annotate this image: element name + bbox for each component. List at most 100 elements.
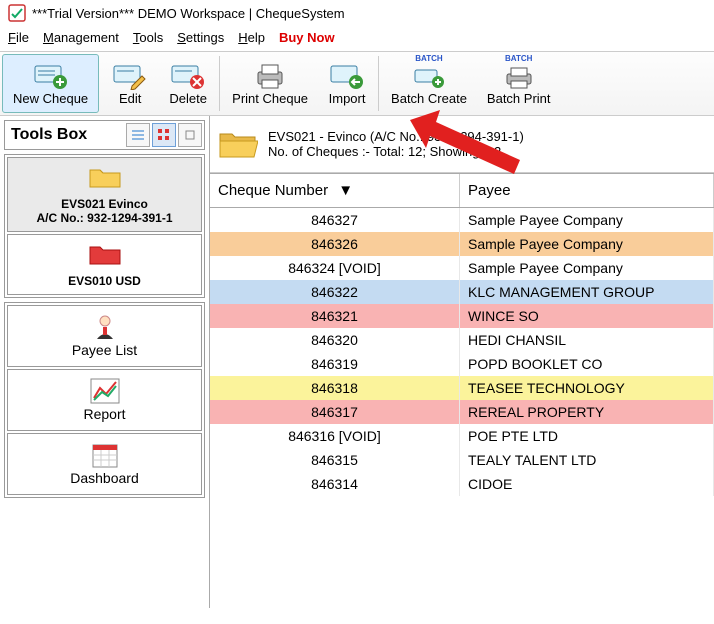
sidebar: Tools Box EVS021 Evinco A/C No.: 932-129… (0, 116, 210, 608)
batch-create-button[interactable]: BATCH Batch Create (381, 52, 477, 115)
menu-help[interactable]: Help (238, 30, 265, 45)
info-line1: EVS021 - Evinco (A/C No.: 932-1294-391-1… (268, 129, 524, 144)
delete-button[interactable]: Delete (159, 52, 217, 115)
toolbar-label: New Cheque (13, 91, 88, 106)
cell-payee: HEDI CHANSIL (460, 328, 714, 352)
cell-payee: POE PTE LTD (460, 424, 714, 448)
cheque-edit-icon (112, 61, 148, 91)
cell-cheque-number: 846326 (210, 232, 460, 256)
menu-file[interactable]: File (8, 30, 29, 45)
main-area: EVS021 - Evinco (A/C No.: 932-1294-391-1… (210, 116, 714, 608)
table-row[interactable]: 846315TEALY TALENT LTD (210, 448, 714, 472)
toolbar-label: Batch Print (487, 91, 551, 106)
view-single-icon[interactable] (178, 123, 202, 147)
print-cheque-button[interactable]: Print Cheque (222, 52, 318, 115)
toolbar-label: Import (329, 91, 366, 106)
titlebar: ***Trial Version*** DEMO Workspace | Che… (0, 0, 714, 26)
account-evs010[interactable]: EVS010 USD (7, 234, 202, 295)
edit-button[interactable]: Edit (101, 52, 159, 115)
app-icon (8, 4, 26, 22)
table-row[interactable]: 846320HEDI CHANSIL (210, 328, 714, 352)
folder-yellow-icon (12, 164, 197, 193)
nav-report[interactable]: Report (7, 369, 202, 431)
nav-payee-list[interactable]: Payee List (7, 305, 202, 367)
table-row[interactable]: 846314CIDOE (210, 472, 714, 496)
table-body: 846327Sample Payee Company846326Sample P… (210, 208, 714, 608)
toolbar-separator (219, 56, 220, 111)
cheque-import-icon (329, 61, 365, 91)
cell-cheque-number: 846317 (210, 400, 460, 424)
printer-icon (252, 61, 288, 91)
sort-desc-icon: ▼ (338, 182, 353, 199)
batch-print-icon: BATCH (501, 61, 537, 91)
view-grid-icon[interactable] (152, 123, 176, 147)
menu-buy-now[interactable]: Buy Now (279, 30, 335, 45)
toolsbox-title: Tools Box (7, 124, 124, 146)
import-button[interactable]: Import (318, 52, 376, 115)
col-payee[interactable]: Payee (460, 174, 714, 207)
cell-payee: REREAL PROPERTY (460, 400, 714, 424)
window-title: ***Trial Version*** DEMO Workspace | Che… (32, 6, 345, 21)
accounts-panel: EVS021 Evinco A/C No.: 932-1294-391-1 EV… (4, 154, 205, 298)
toolbar-label: Print Cheque (232, 91, 308, 106)
col-cheque-number[interactable]: Cheque Number ▼ (210, 174, 460, 207)
view-list-icon[interactable] (126, 123, 150, 147)
account-name: EVS010 USD (68, 274, 141, 288)
menu-tools[interactable]: Tools (133, 30, 163, 45)
account-name: EVS021 Evinco (61, 197, 148, 211)
table-header: Cheque Number ▼ Payee (210, 173, 714, 208)
cell-cheque-number: 846320 (210, 328, 460, 352)
new-cheque-button[interactable]: New Cheque (2, 54, 99, 113)
cell-payee: Sample Payee Company (460, 208, 714, 232)
table-row[interactable]: 846327Sample Payee Company (210, 208, 714, 232)
cell-payee: POPD BOOKLET CO (460, 352, 714, 376)
cell-payee: Sample Payee Company (460, 256, 714, 280)
cell-payee: KLC MANAGEMENT GROUP (460, 280, 714, 304)
batch-print-button[interactable]: BATCH Batch Print (477, 52, 561, 115)
person-icon (12, 312, 197, 342)
table-row[interactable]: 846326Sample Payee Company (210, 232, 714, 256)
cheque-add-icon (33, 61, 69, 91)
cell-payee: TEALY TALENT LTD (460, 448, 714, 472)
toolbar-label: Batch Create (391, 91, 467, 106)
table-row[interactable]: 846321WINCE SO (210, 304, 714, 328)
nav-label: Dashboard (12, 470, 197, 486)
cell-payee: TEASEE TECHNOLOGY (460, 376, 714, 400)
calendar-icon (12, 440, 197, 470)
table-row[interactable]: 846322KLC MANAGEMENT GROUP (210, 280, 714, 304)
folder-open-icon (218, 126, 258, 162)
nav-dashboard[interactable]: Dashboard (7, 433, 202, 495)
table-row[interactable]: 846319POPD BOOKLET CO (210, 352, 714, 376)
table-row[interactable]: 846316 [VOID]POE PTE LTD (210, 424, 714, 448)
cell-cheque-number: 846315 (210, 448, 460, 472)
menu-management[interactable]: Management (43, 30, 119, 45)
toolbar-separator (378, 56, 379, 111)
account-ac: A/C No.: 932-1294-391-1 (36, 211, 172, 225)
cell-cheque-number: 846324 [VOID] (210, 256, 460, 280)
batch-create-icon: BATCH (411, 61, 447, 91)
info-line2: No. of Cheques :- Total: 12; Showing: 12 (268, 144, 524, 159)
toolbar-label: Edit (119, 91, 141, 106)
cell-cheque-number: 846319 (210, 352, 460, 376)
nav-label: Report (12, 406, 197, 422)
cell-cheque-number: 846327 (210, 208, 460, 232)
cell-payee: Sample Payee Company (460, 232, 714, 256)
menu-settings[interactable]: Settings (177, 30, 224, 45)
table-row[interactable]: 846324 [VOID]Sample Payee Company (210, 256, 714, 280)
account-evs021[interactable]: EVS021 Evinco A/C No.: 932-1294-391-1 (7, 157, 202, 232)
nav-panel: Payee List Report Dashboard (4, 302, 205, 498)
cell-cheque-number: 846322 (210, 280, 460, 304)
toolsbox-header: Tools Box (4, 120, 205, 150)
cheque-delete-icon (170, 61, 206, 91)
cell-payee: WINCE SO (460, 304, 714, 328)
folder-red-icon (12, 241, 197, 270)
menubar: File Management Tools Settings Help Buy … (0, 26, 714, 51)
cell-cheque-number: 846318 (210, 376, 460, 400)
account-info-strip: EVS021 - Evinco (A/C No.: 932-1294-391-1… (210, 116, 714, 173)
toolbar-label: Delete (169, 91, 207, 106)
table-row[interactable]: 846317REREAL PROPERTY (210, 400, 714, 424)
nav-label: Payee List (12, 342, 197, 358)
toolbar: New Cheque Edit Delete (0, 51, 714, 116)
table-row[interactable]: 846318TEASEE TECHNOLOGY (210, 376, 714, 400)
cell-cheque-number: 846314 (210, 472, 460, 496)
